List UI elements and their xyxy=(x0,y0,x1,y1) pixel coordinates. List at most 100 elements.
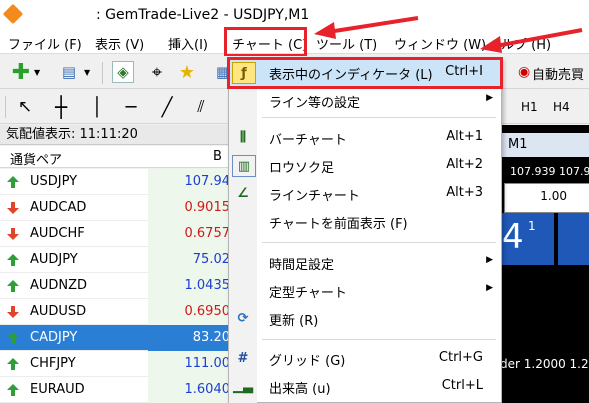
menu-item-label: 時間足設定 xyxy=(269,258,335,273)
chart-menu-item[interactable]: 時間足設定 ▶ xyxy=(229,249,501,276)
column-symbol[interactable]: 通貨ペア xyxy=(10,149,62,168)
menu-item-label: チャートを前面表示 (F) xyxy=(269,217,408,232)
chart-menu-item[interactable]: 定型チャート ▶ xyxy=(229,277,501,304)
market-watch-icon[interactable]: ◈ xyxy=(112,61,134,83)
chart-menu-item[interactable]: ▁▃ 出来高 (u) Ctrl+L xyxy=(229,373,501,400)
row-bid: 0.6757 xyxy=(184,226,231,241)
annotation-arrows xyxy=(314,16,583,53)
menu-item-label: ロウソク足 xyxy=(269,161,335,176)
annotation-chart-menu-box xyxy=(224,27,307,57)
menu-item-shortcut: Ctrl+L xyxy=(441,378,483,393)
arrow-down-icon xyxy=(7,306,19,318)
menu-separator xyxy=(262,242,496,243)
crosshair-icon[interactable]: ┼ xyxy=(50,95,72,119)
submenu-arrow-icon: ▶ xyxy=(486,255,493,265)
row-symbol: CHFJPY xyxy=(30,356,76,371)
menu-item-shortcut: Alt+2 xyxy=(446,157,483,172)
chevron-down-icon[interactable]: ▼ xyxy=(34,68,40,77)
chart-tab[interactable]: M1 xyxy=(500,133,589,157)
row-symbol: AUDCAD xyxy=(30,200,87,215)
menu-item-label: 出来高 (u) xyxy=(269,382,331,397)
menu-view[interactable]: 表示 (V) xyxy=(95,34,144,53)
window-title: : GemTrade-Live2 - USDJPY,M1 xyxy=(96,7,310,23)
crosshair-target-icon[interactable]: ⌖ xyxy=(146,61,168,83)
profiles-icon[interactable]: ▤ xyxy=(58,61,80,83)
chart-menu-item[interactable]: ⟳ 更新 (R) xyxy=(229,305,501,332)
row-bid: 83.20 xyxy=(192,330,230,345)
arrow-up-icon xyxy=(7,254,19,266)
trendline-icon[interactable]: ╱ xyxy=(156,96,178,118)
menu-item-label: グリッド (G) xyxy=(269,354,346,369)
menu-file[interactable]: ファイル (F) xyxy=(8,34,82,53)
row-symbol: CADJPY xyxy=(30,330,78,345)
toolbar-separator xyxy=(5,96,6,118)
chart-menu-item[interactable]: ∠ ラインチャート Alt+3 xyxy=(229,180,501,207)
market-watch-header: 気配値表示: 11:11:20 xyxy=(0,125,228,145)
sell-price-box[interactable]: 4 1 xyxy=(500,213,554,265)
lot-size-input[interactable]: 1.00 xyxy=(504,183,589,213)
row-bid: 0.6950 xyxy=(184,304,231,319)
menu-item-label: 定型チャート xyxy=(269,286,347,301)
menu-item-shortcut: Alt+3 xyxy=(446,185,483,200)
chart-window[interactable]: M1 107.939 107.94 1.00 4 1 der 1.2000 1.… xyxy=(500,125,589,403)
horizontal-line-icon[interactable]: ─ xyxy=(120,96,142,118)
auto-trade-label[interactable]: 自動売買 xyxy=(532,64,584,83)
arrow-up-icon xyxy=(7,280,19,292)
row-bid: 107.94 xyxy=(184,174,231,189)
chart-menu-item[interactable]: ▥ ロウソク足 Alt+2 xyxy=(229,152,501,179)
menu-item-label: バーチャート xyxy=(269,133,347,148)
trader-label: der 1.2000 1.20 xyxy=(500,357,589,371)
arrow-up-icon xyxy=(7,332,19,344)
arrow-up-icon xyxy=(7,358,19,370)
menu-item-shortcut: Ctrl+G xyxy=(438,350,483,365)
period-h4[interactable]: H4 xyxy=(553,100,570,114)
bar-chart-icon: ⫼ xyxy=(240,129,246,145)
menu-separator xyxy=(262,339,496,340)
row-symbol: AUDUSD xyxy=(30,304,87,319)
chevron-down-icon[interactable]: ▼ xyxy=(84,68,90,77)
auto-trade-icon[interactable]: ◉ xyxy=(518,64,530,80)
row-symbol: AUDNZD xyxy=(30,278,88,293)
row-bid: 111.00 xyxy=(184,356,231,371)
chart-menu-item[interactable]: チャートを前面表示 (F) xyxy=(229,208,501,235)
line-chart-icon: ∠ xyxy=(237,185,249,201)
market-watch-row[interactable]: CADJPY 83.20 xyxy=(0,325,230,351)
fibonacci-icon[interactable]: ⫽ xyxy=(190,96,212,118)
favorites-star-icon[interactable]: ★ xyxy=(176,61,198,83)
row-bid: 75.02 xyxy=(192,252,230,267)
menu-item-label: 更新 (R) xyxy=(269,314,319,329)
annotation-indicator-item-box xyxy=(227,57,503,89)
row-symbol: AUDCHF xyxy=(30,226,85,241)
market-watch-row[interactable]: AUDUSD 0.6950 xyxy=(0,299,231,325)
period-h1[interactable]: H1 xyxy=(521,100,538,114)
volume-icon: ▁▃ xyxy=(233,378,253,394)
market-watch-row[interactable]: CHFJPY 111.00 xyxy=(0,351,231,377)
chart-menu-item[interactable]: # グリッド (G) Ctrl+G xyxy=(229,345,501,372)
row-symbol: EURAUD xyxy=(30,382,85,397)
market-watch-columns: 通貨ペア B xyxy=(0,146,228,168)
chart-menu-item[interactable]: ライン等の設定 ▶ xyxy=(229,87,501,114)
market-watch-row[interactable]: AUDNZD 1.0435 xyxy=(0,273,231,299)
menu-insert[interactable]: 挿入(I) xyxy=(168,34,208,53)
arrow-down-icon xyxy=(7,228,19,240)
market-watch-row[interactable]: AUDCAD 0.9015 xyxy=(0,195,230,221)
buy-price-box[interactable] xyxy=(558,213,589,265)
cursor-arrow-icon[interactable]: ↖ xyxy=(14,96,36,118)
market-watch-row[interactable]: EURAUD 1.6040 xyxy=(0,377,231,403)
chart-menu-item[interactable]: ⫼ バーチャート Alt+1 xyxy=(229,124,501,151)
submenu-arrow-icon: ▶ xyxy=(486,93,493,103)
market-watch-row[interactable]: AUDCHF 0.6757 xyxy=(0,221,231,247)
arrow-up-icon xyxy=(7,384,19,396)
column-bid[interactable]: B xyxy=(213,149,222,164)
row-bid: 1.0435 xyxy=(184,278,231,293)
new-chart-icon[interactable]: ✚ xyxy=(10,60,32,85)
market-watch-row[interactable]: AUDJPY 75.02 xyxy=(0,247,230,273)
submenu-arrow-icon: ▶ xyxy=(486,283,493,293)
market-watch-row[interactable]: USDJPY 107.94 xyxy=(0,169,231,195)
arrow-up-icon xyxy=(7,176,19,188)
toolbar-separator xyxy=(102,62,103,84)
candlestick-icon: ▥ xyxy=(232,155,256,177)
row-bid: 1.6040 xyxy=(184,382,231,397)
vertical-line-icon[interactable]: │ xyxy=(86,96,108,118)
grid-icon: # xyxy=(237,350,249,366)
